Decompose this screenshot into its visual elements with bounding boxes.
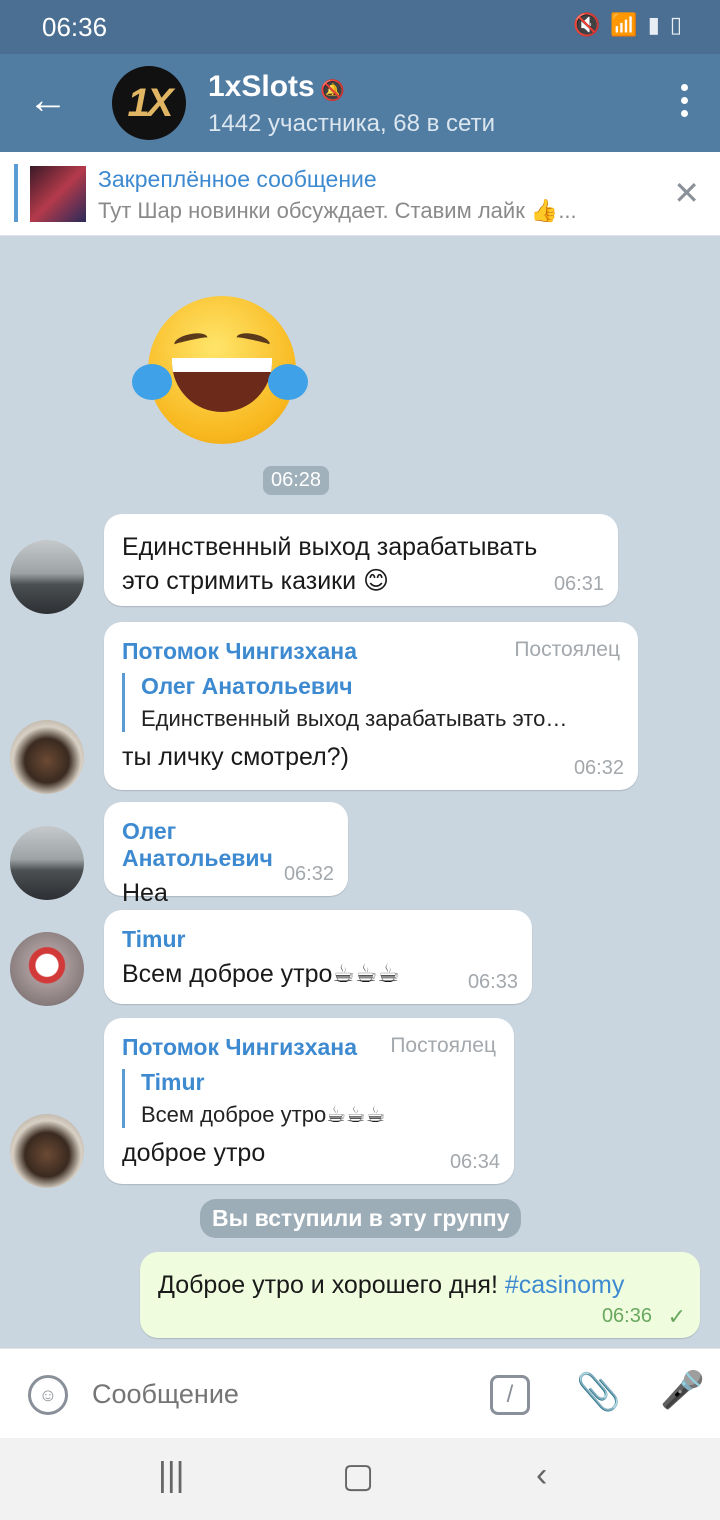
message-input-bar: ☺ / 📎 🎤: [0, 1348, 720, 1438]
home-icon[interactable]: ▢: [342, 1456, 374, 1496]
chat-header: ← 1X 1xSlots 🔕 1442 участника, 68 в сети: [0, 54, 720, 152]
reply-text: Всем доброе утро☕☕☕: [141, 1102, 386, 1127]
service-message: Вы вступили в эту группу: [200, 1199, 522, 1238]
avatar[interactable]: [10, 1114, 84, 1188]
bot-command-icon[interactable]: /: [490, 1375, 530, 1415]
message-time: 06:32: [573, 757, 624, 779]
reply-name: Олег Анатольевич: [141, 673, 353, 699]
reply-quote[interactable]: Олег Анатольевич Единственный выход зара…: [122, 673, 620, 732]
sticker-time: 06:28: [263, 466, 330, 495]
group-avatar[interactable]: 1X: [112, 66, 186, 140]
close-icon[interactable]: ✕: [673, 174, 700, 212]
group-logo: 1X: [127, 80, 174, 125]
avatar[interactable]: [10, 540, 84, 614]
member-role: Постоялец: [514, 638, 620, 661]
muted-icon: 🔕: [320, 80, 345, 102]
message-time: 06:31: [553, 573, 604, 595]
avatar[interactable]: [10, 720, 84, 794]
status-icons: 🔇 📶 ▮ ▯: [573, 12, 682, 38]
outgoing-message-bubble[interactable]: Доброе утро и хорошего дня! #casinomy 06…: [140, 1252, 700, 1338]
read-check-icon: ✓: [667, 1304, 686, 1329]
message-text: ты личку смотрел?): [122, 743, 349, 771]
chat-area[interactable]: 06:28 Единственный выход зарабатывать эт…: [0, 236, 720, 1348]
back-nav-icon[interactable]: ‹: [536, 1456, 547, 1495]
message-bubble[interactable]: Единственный выход зарабатывать это стри…: [104, 514, 618, 606]
message-time: 06:34: [449, 1151, 500, 1173]
laughing-sticker[interactable]: [132, 296, 308, 446]
reply-quote[interactable]: Timur Всем доброе утро☕☕☕: [122, 1069, 496, 1128]
battery-icon: ▯: [669, 12, 682, 37]
message-bubble[interactable]: Потомок Чингизхана Постоялец Олег Анатол…: [104, 622, 638, 790]
status-bar: 06:36 🔇 📶 ▮ ▯: [0, 0, 720, 54]
message-text: Всем доброе утро☕☕☕: [122, 960, 400, 988]
back-arrow-icon[interactable]: ←: [28, 80, 72, 124]
hashtag-link[interactable]: #casinomy: [505, 1271, 625, 1299]
wifi-icon: 📶: [610, 12, 638, 37]
message-text: доброе утро: [122, 1139, 266, 1167]
pinned-message[interactable]: Закреплённое сообщение Тут Шар новинки о…: [0, 152, 720, 236]
attach-icon[interactable]: 📎: [576, 1371, 621, 1413]
pinned-text: Тут Шар новинки обсуждает. Ставим лайк 👍…: [98, 198, 577, 223]
pinned-thumbnail: [30, 166, 86, 222]
message-bubble[interactable]: Потомок Чингизхана Постоялец Timur Всем …: [104, 1018, 514, 1184]
system-nav-bar: ||| ▢ ‹: [0, 1438, 720, 1520]
message-text: Доброе утро и хорошего дня! #casinomy: [158, 1268, 682, 1302]
message-input[interactable]: [92, 1371, 452, 1417]
chat-title[interactable]: 1xSlots: [208, 70, 315, 104]
message-time: 06:32: [283, 863, 334, 885]
microphone-icon[interactable]: 🎤: [660, 1369, 705, 1411]
pinned-accent-bar: [14, 164, 18, 222]
avatar[interactable]: [10, 826, 84, 900]
reply-text: Единственный выход зарабатывать это…: [141, 706, 568, 731]
mute-status-icon: 🔇: [572, 12, 601, 37]
message-time: 06:33: [467, 971, 518, 993]
reply-name: Timur: [141, 1069, 205, 1095]
avatar[interactable]: [10, 932, 84, 1006]
message-bubble[interactable]: Олег Анатольевич Неа 06:32: [104, 802, 348, 907]
member-role: Постоялец: [390, 1034, 496, 1057]
message-text: Единственный выход зарабатывать это стри…: [122, 533, 538, 595]
message-time: 06:36: [601, 1305, 652, 1327]
recent-apps-icon[interactable]: |||: [158, 1456, 185, 1495]
more-menu-icon[interactable]: [678, 84, 690, 124]
pinned-title: Закреплённое сообщение: [98, 166, 377, 192]
emoji-icon[interactable]: ☺: [28, 1375, 68, 1415]
message-bubble[interactable]: Timur Всем доброе утро☕☕☕ 06:33: [104, 910, 532, 1004]
message-body: Доброе утро и хорошего дня!: [158, 1271, 498, 1299]
sender-name[interactable]: Timur: [122, 926, 514, 953]
chat-subtitle: 1442 участника, 68 в сети: [208, 110, 496, 137]
signal-icon: ▮: [647, 12, 660, 37]
status-time: 06:36: [42, 12, 108, 42]
